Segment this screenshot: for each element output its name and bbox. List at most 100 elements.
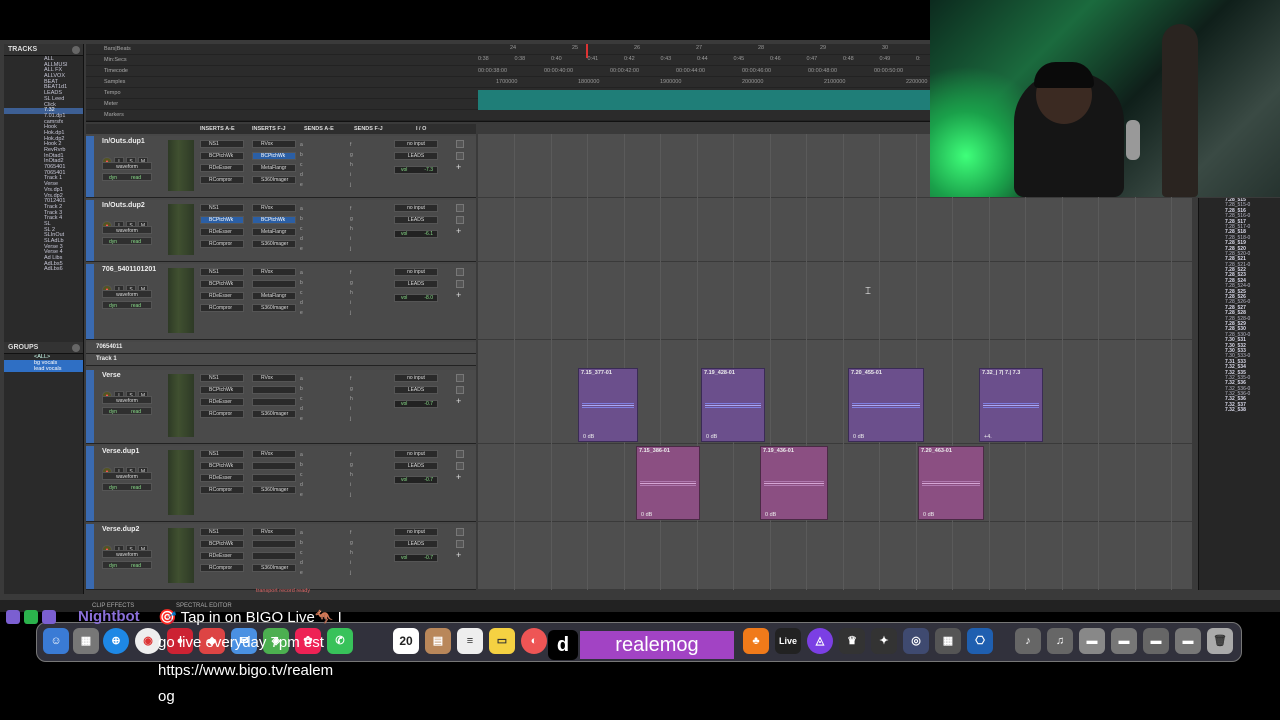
inserts-fj-header[interactable]: INSERTS F-J xyxy=(252,126,286,132)
insert-slot[interactable]: S360Imager xyxy=(252,410,296,418)
send-slot[interactable]: c xyxy=(300,162,303,168)
insert-slot[interactable]: RCompror xyxy=(200,410,244,418)
ruler-row[interactable]: Markers xyxy=(86,110,930,121)
clip-gain[interactable]: 0 dB xyxy=(853,434,864,440)
send-slot[interactable]: b xyxy=(300,280,303,286)
folder-track-header[interactable]: Track 1 xyxy=(86,354,476,366)
output-selector[interactable]: LEADS xyxy=(394,386,438,394)
send-slot[interactable]: f xyxy=(350,142,351,148)
insert-slot[interactable]: RVox xyxy=(252,374,296,382)
send-slot[interactable]: d xyxy=(300,406,303,412)
app-icon[interactable]: ✦ xyxy=(871,628,897,654)
insert-slot[interactable]: BCPtchWk xyxy=(200,280,244,288)
contacts-icon[interactable]: ▤ xyxy=(425,628,451,654)
track-view-selector[interactable]: waveform xyxy=(102,396,152,404)
send-slot[interactable]: j xyxy=(350,416,351,422)
track-header[interactable]: Verse.dup1●ISMwaveformdynreadNS1BCPtchWk… xyxy=(86,446,476,522)
clip-gain[interactable]: 0 dB xyxy=(641,512,652,518)
folder-icon[interactable]: ▬ xyxy=(1111,628,1137,654)
insert-slot[interactable]: BCPtchWk xyxy=(200,152,244,160)
insert-slot[interactable]: S360Imager xyxy=(252,564,296,572)
clip-gain[interactable]: 0 dB xyxy=(923,512,934,518)
insert-slot[interactable] xyxy=(252,462,296,470)
folder-icon[interactable]: ♫ xyxy=(1047,628,1073,654)
insert-slot[interactable]: MetaFlangr xyxy=(252,228,296,236)
folder-track-header[interactable]: 70654011 xyxy=(86,342,476,354)
clip-list-item[interactable]: 7.32_538 xyxy=(1199,407,1280,413)
track-options-icon[interactable] xyxy=(456,450,464,458)
insert-slot[interactable]: RCompror xyxy=(200,240,244,248)
track-lane[interactable] xyxy=(478,524,1192,590)
insert-slot[interactable]: S360Imager xyxy=(252,240,296,248)
group-list-item[interactable]: lead vocals xyxy=(4,366,83,372)
output-selector[interactable]: LEADS xyxy=(394,216,438,224)
insert-slot[interactable]: RDeEsser xyxy=(200,552,244,560)
insert-slot[interactable]: RCompror xyxy=(200,564,244,572)
track-options-icon[interactable] xyxy=(456,140,464,148)
insert-slot[interactable]: S360Imager xyxy=(252,176,296,184)
folder-icon[interactable]: ▬ xyxy=(1175,628,1201,654)
send-slot[interactable]: f xyxy=(350,376,351,382)
track-select-strip[interactable] xyxy=(86,446,94,521)
track-header[interactable]: In/Outs.dup2●ISMwaveformdynreadNS1BCPtch… xyxy=(86,200,476,262)
track-list-item[interactable]: AdLbs6 xyxy=(4,267,83,273)
input-selector[interactable]: no input xyxy=(394,268,438,276)
insert-slot[interactable] xyxy=(252,398,296,406)
send-slot[interactable]: f xyxy=(350,452,351,458)
folder-icon[interactable]: ▬ xyxy=(1079,628,1105,654)
send-slot[interactable]: h xyxy=(350,396,353,402)
insert-slot[interactable]: MetaFlangr xyxy=(252,292,296,300)
audio-clip[interactable]: 7.19_436-01 0 dB xyxy=(760,446,828,520)
insert-slot[interactable]: NS1 xyxy=(200,374,244,382)
send-slot[interactable]: h xyxy=(350,162,353,168)
trash-icon[interactable]: 🗑 xyxy=(1207,628,1233,654)
track-view-selector[interactable]: waveform xyxy=(102,290,152,298)
insert-slot[interactable]: RDeEsser xyxy=(200,164,244,172)
send-slot[interactable]: b xyxy=(300,216,303,222)
track-lane[interactable] xyxy=(478,446,1192,522)
track-lane[interactable] xyxy=(478,264,1192,340)
track-options-icon[interactable] xyxy=(456,528,464,536)
send-slot[interactable]: e xyxy=(300,310,303,316)
folder-track-name[interactable]: 70654011 xyxy=(96,344,122,350)
send-slot[interactable]: a xyxy=(300,452,303,458)
insert-slot[interactable]: NS1 xyxy=(200,204,244,212)
track-name[interactable]: In/Outs.dup1 xyxy=(102,138,145,145)
track-view-selector[interactable]: waveform xyxy=(102,162,152,170)
automation-selector[interactable]: dyn read xyxy=(102,407,152,415)
edit-window-arrange[interactable]: 7.15_377-01 0 dB 7.19_428-01 0 dB 7.20_455-0… xyxy=(478,134,1192,590)
send-slot[interactable]: f xyxy=(350,530,351,536)
insert-slot[interactable]: MetaFlangr xyxy=(252,164,296,172)
track-options-icon[interactable] xyxy=(456,204,464,212)
send-slot[interactable]: g xyxy=(350,386,353,392)
insert-slot[interactable]: RVox xyxy=(252,528,296,536)
send-slot[interactable]: a xyxy=(300,270,303,276)
track-options-icon[interactable] xyxy=(456,268,464,276)
send-slot[interactable]: i xyxy=(350,236,351,242)
volume-field[interactable]: vol -0.7 xyxy=(394,476,438,484)
send-slot[interactable]: j xyxy=(350,246,351,252)
audio-clip[interactable]: 7.15_377-01 0 dB xyxy=(578,368,638,442)
send-slot[interactable]: j xyxy=(350,492,351,498)
track-select-strip[interactable] xyxy=(86,524,94,589)
clip-gain[interactable]: 0 dB xyxy=(706,434,717,440)
send-slot[interactable]: i xyxy=(350,560,351,566)
send-slot[interactable]: j xyxy=(350,310,351,316)
add-icon[interactable]: + xyxy=(456,396,461,406)
insert-slot[interactable]: RCompror xyxy=(200,486,244,494)
clip-gain[interactable]: +4. xyxy=(984,434,992,440)
insert-slot[interactable] xyxy=(252,280,296,288)
clip-gain[interactable]: 0 dB xyxy=(583,434,594,440)
panel-menu-icon[interactable] xyxy=(72,46,80,54)
track-name[interactable]: In/Outs.dup2 xyxy=(102,202,145,209)
send-slot[interactable]: c xyxy=(300,290,303,296)
ruler-row[interactable]: Bars|Beats xyxy=(86,44,930,55)
add-icon[interactable]: + xyxy=(456,226,461,236)
send-slot[interactable]: e xyxy=(300,246,303,252)
insert-slot[interactable]: NS1 xyxy=(200,450,244,458)
send-slot[interactable]: f xyxy=(350,206,351,212)
volume-field[interactable]: vol -0.7 xyxy=(394,554,438,562)
track-view-selector[interactable]: waveform xyxy=(102,226,152,234)
send-slot[interactable]: a xyxy=(300,142,303,148)
insert-slot[interactable]: RDeEsser xyxy=(200,398,244,406)
